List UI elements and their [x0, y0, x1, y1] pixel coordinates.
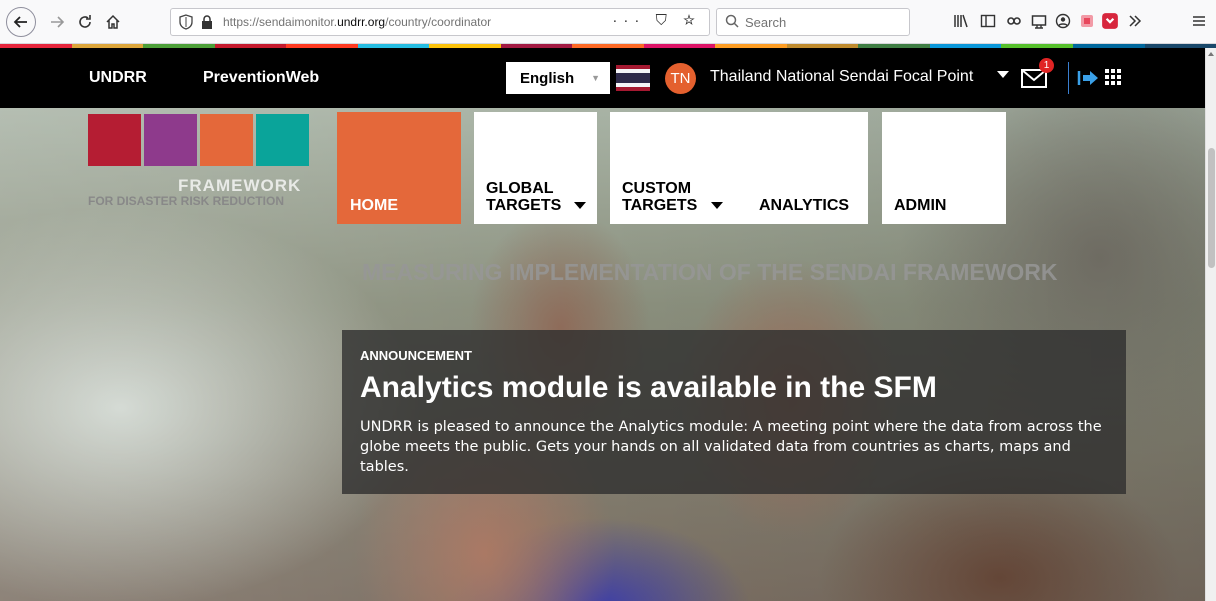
forward-button[interactable]: [44, 9, 70, 35]
user-menu-caret-icon[interactable]: [997, 71, 1009, 78]
sign-out-icon[interactable]: [1077, 67, 1099, 89]
search-placeholder: Search: [745, 15, 787, 30]
announcement-label: ANNOUNCEMENT: [360, 348, 472, 363]
nav-analytics[interactable]: ANALYTICS: [738, 112, 868, 224]
url-path: /country/coordinator: [385, 15, 492, 29]
back-button[interactable]: [6, 7, 36, 37]
page-scrollbar[interactable]: [1205, 48, 1216, 601]
url-text[interactable]: https://sendaimonitor.undrr.org/country/…: [223, 15, 491, 29]
nav-home[interactable]: HOME: [337, 112, 461, 224]
page-actions[interactable]: ··· ⛉ ☆: [612, 12, 701, 29]
thailand-flag-icon[interactable]: [616, 65, 650, 91]
nav-admin[interactable]: ADMIN: [882, 112, 1006, 224]
lock-icon[interactable]: [201, 15, 213, 30]
account-icon[interactable]: [1054, 12, 1072, 30]
url-prefix: https://sendaimonitor.: [223, 15, 338, 29]
topbar-divider: [1068, 62, 1069, 94]
user-avatar[interactable]: TN: [665, 63, 696, 94]
overflow-chevron-icon[interactable]: [1126, 12, 1144, 30]
url-domain: undrr.org: [337, 15, 386, 29]
apps-grid-icon[interactable]: [1105, 69, 1121, 85]
home-icon: [106, 14, 120, 29]
nav-home-label: HOME: [350, 197, 398, 214]
nav-custom-targets-label: CUSTOM TARGETS: [622, 180, 697, 214]
language-select[interactable]: English ▼: [506, 62, 610, 94]
logo-square-orange: [200, 114, 253, 166]
reload-icon: [79, 15, 91, 28]
reload-button[interactable]: [72, 9, 98, 35]
browser-toolbar: https://sendaimonitor.undrr.org/country/…: [0, 0, 1216, 44]
nav-custom-line2: TARGETS: [622, 197, 698, 214]
announcement-body: UNDRR is pleased to announce the Analyti…: [360, 419, 1102, 475]
logo-subtitle: FOR DISASTER RISK REDUCTION: [88, 194, 285, 208]
nav-custom-targets[interactable]: CUSTOM TARGETS: [610, 112, 738, 224]
user-name[interactable]: Thailand National Sendai Focal Point: [710, 68, 973, 86]
screenshot-icon[interactable]: [1030, 12, 1048, 30]
logo-square-red: [88, 114, 141, 166]
preventionweb-link[interactable]: PreventionWeb: [203, 69, 319, 87]
undrr-link[interactable]: UNDRR: [89, 69, 147, 87]
hamburger-menu-icon[interactable]: [1190, 12, 1208, 30]
home-button[interactable]: [100, 9, 126, 35]
language-value: English: [520, 70, 575, 87]
url-bar[interactable]: https://sendaimonitor.undrr.org/country/…: [170, 8, 710, 36]
search-icon: [725, 14, 739, 28]
announcement-title[interactable]: Analytics module is available in the SFM: [360, 371, 937, 405]
nav-global-targets-label: GLOBAL TARGETS: [486, 180, 561, 214]
scrollbar-thumb[interactable]: [1208, 148, 1215, 268]
site-top-bar: UNDRR PreventionWeb English ▼ TN Thailan…: [0, 48, 1205, 108]
sidebar-icon[interactable]: [979, 12, 997, 30]
extension-link-icon[interactable]: [1005, 12, 1023, 30]
logo-square-purple: [144, 114, 197, 166]
back-arrow-icon: [13, 16, 27, 28]
nav-global-line1: GLOBAL: [486, 180, 554, 197]
nav-custom-line1: CUSTOM: [622, 180, 692, 197]
nav-admin-label: ADMIN: [894, 197, 947, 214]
hero-section: FRAMEWORK FOR DISASTER RISK REDUCTION HO…: [0, 108, 1205, 601]
hero-title: MEASURING IMPLEMENTATION OF THE SENDAI F…: [362, 259, 1058, 285]
scroll-up-arrow-icon[interactable]: [1208, 52, 1214, 56]
forward-arrow-icon: [51, 16, 65, 28]
pocket-icon[interactable]: [1101, 12, 1119, 30]
dropdown-arrow-icon: ▼: [591, 73, 600, 83]
library-icon[interactable]: [952, 12, 970, 30]
announcement-box: ANNOUNCEMENT Analytics module is availab…: [342, 330, 1126, 494]
tracking-shield-icon[interactable]: [179, 14, 193, 30]
browser-search-bar[interactable]: Search: [716, 8, 910, 36]
logo-word: FRAMEWORK: [178, 176, 302, 195]
extension-red-icon[interactable]: [1078, 12, 1096, 30]
global-targets-caret-icon: [574, 202, 586, 209]
nav-global-line2: TARGETS: [486, 197, 562, 214]
nav-global-targets[interactable]: GLOBAL TARGETS: [474, 112, 597, 224]
nav-analytics-label: ANALYTICS: [759, 197, 850, 214]
logo-square-teal: [256, 114, 309, 166]
custom-targets-caret-icon: [711, 202, 723, 209]
mail-count-badge: 1: [1039, 58, 1054, 73]
